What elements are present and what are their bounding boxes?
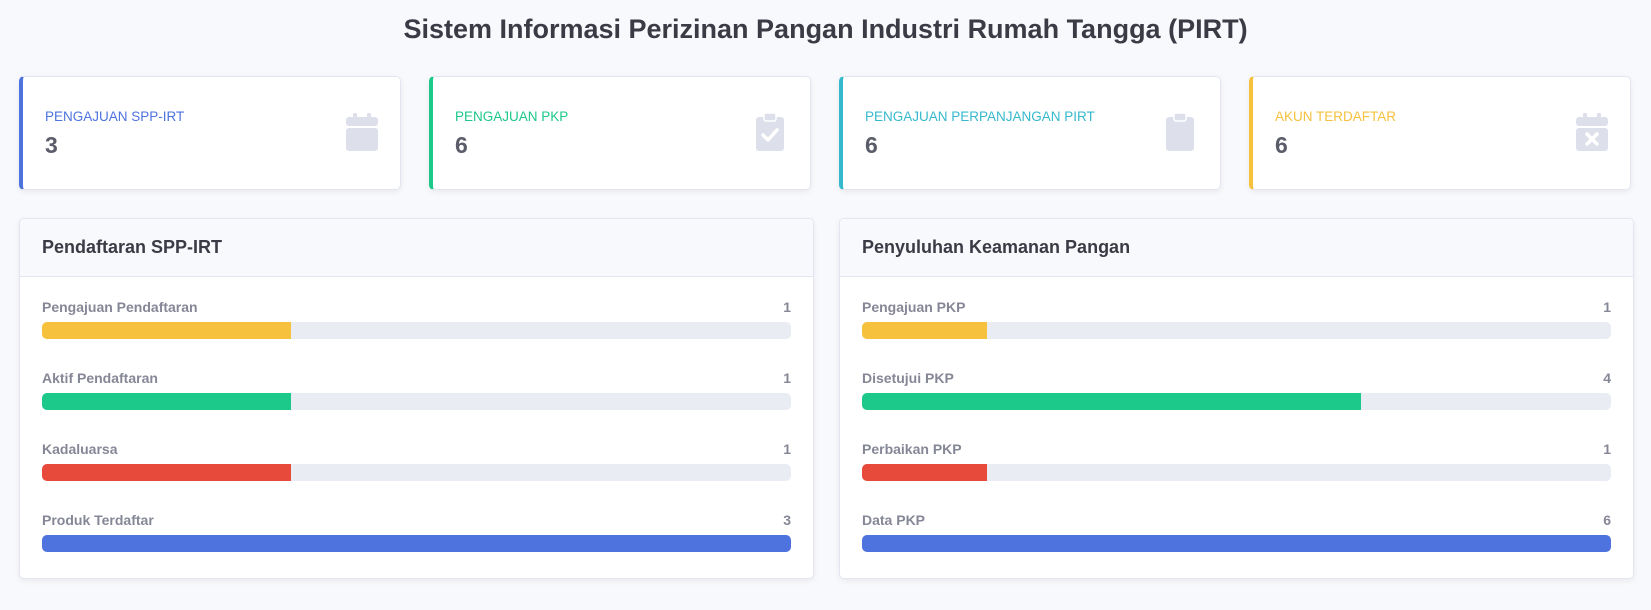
stat-card-akun-terdaftar: AKUN TERDAFTAR 6 — [1249, 76, 1631, 190]
progress-label: Perbaikan PKP — [862, 441, 962, 457]
progress-row: Pengajuan Pendaftaran 1 — [42, 299, 791, 370]
progress-value: 1 — [783, 299, 791, 315]
progress-label: Aktif Pendaftaran — [42, 370, 158, 386]
progress-row: Perbaikan PKP 1 — [862, 441, 1611, 512]
stat-card-pengajuan-spp-irt: PENGAJUAN SPP-IRT 3 — [19, 76, 401, 190]
stat-value: 6 — [865, 132, 878, 158]
stat-card-pengajuan-pkp: PENGAJUAN PKP 6 — [429, 76, 811, 190]
progress-track — [42, 322, 791, 339]
progress-value: 4 — [1603, 370, 1611, 386]
progress-track — [862, 464, 1611, 481]
progress-track — [42, 393, 791, 410]
progress-bar — [862, 535, 1611, 552]
progress-label: Disetujui PKP — [862, 370, 954, 386]
stat-card-pengajuan-perpanjangan-pirt: PENGAJUAN PERPANJANGAN PIRT 6 — [839, 76, 1221, 190]
stat-label: PENGAJUAN PKP — [455, 109, 569, 124]
progress-bar — [42, 393, 292, 410]
stat-label: PENGAJUAN PERPANJANGAN PIRT — [865, 109, 1095, 124]
progress-row: Produk Terdaftar 3 — [42, 512, 791, 583]
progress-label: Produk Terdaftar — [42, 512, 154, 528]
progress-row: Pengajuan PKP 1 — [862, 299, 1611, 370]
progress-value: 1 — [1603, 299, 1611, 315]
progress-label: Data PKP — [862, 512, 926, 528]
page-title: Sistem Informasi Perizinan Pangan Indust… — [403, 14, 1248, 44]
progress-bar — [42, 535, 791, 552]
progress-label: Pengajuan PKP — [862, 299, 966, 315]
progress-row: Data PKP 6 — [862, 512, 1611, 583]
progress-row: Kadaluarsa 1 — [42, 441, 791, 512]
panel-penyuluhan-keamanan-pangan: Penyuluhan Keamanan Pangan Pengajuan PKP… — [839, 218, 1634, 579]
calendar-times-icon — [1576, 113, 1608, 151]
progress-value: 1 — [783, 370, 791, 386]
progress-bar — [862, 322, 987, 339]
panel-pendaftaran-spp-irt: Pendaftaran SPP-IRT Pengajuan Pendaftara… — [19, 218, 814, 579]
progress-label: Kadaluarsa — [42, 441, 118, 457]
progress-row: Aktif Pendaftaran 1 — [42, 370, 791, 441]
clipboard-icon — [1166, 113, 1194, 151]
stat-value: 3 — [45, 132, 58, 158]
stat-value: 6 — [455, 132, 468, 158]
stat-value: 6 — [1275, 132, 1288, 158]
progress-track — [862, 393, 1611, 410]
progress-track — [42, 535, 791, 552]
progress-label: Pengajuan Pendaftaran — [42, 299, 198, 315]
panel-title: Penyuluhan Keamanan Pangan — [840, 219, 1633, 277]
progress-track — [862, 535, 1611, 552]
stat-label: AKUN TERDAFTAR — [1275, 109, 1397, 124]
progress-bar — [42, 464, 292, 481]
progress-value: 3 — [783, 512, 791, 528]
progress-track — [862, 322, 1611, 339]
clipboard-check-icon — [756, 113, 784, 151]
stat-label: PENGAJUAN SPP-IRT — [45, 109, 185, 124]
panel-title: Pendaftaran SPP-IRT — [20, 219, 813, 277]
progress-bar — [862, 393, 1362, 410]
progress-bar — [42, 322, 292, 339]
progress-track — [42, 464, 791, 481]
progress-value: 1 — [783, 441, 791, 457]
progress-row: Disetujui PKP 4 — [862, 370, 1611, 441]
progress-bar — [862, 464, 987, 481]
calendar-icon — [346, 113, 378, 151]
progress-value: 6 — [1603, 512, 1611, 528]
progress-value: 1 — [1603, 441, 1611, 457]
